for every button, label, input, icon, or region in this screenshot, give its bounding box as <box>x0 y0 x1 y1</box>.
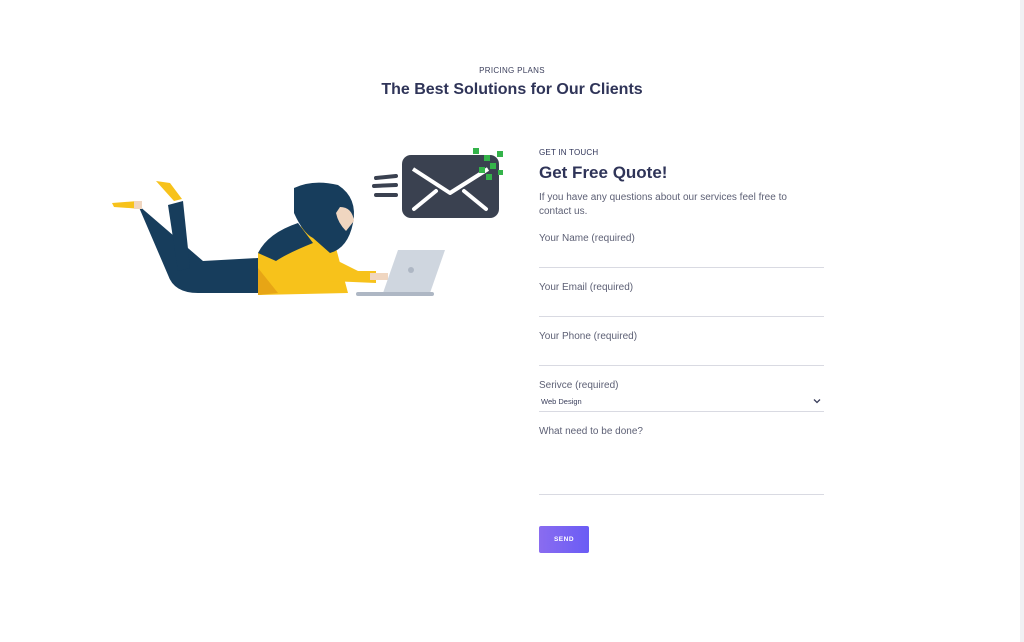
page-title: The Best Solutions for Our Clients <box>381 81 643 98</box>
message-field: What need to be done? <box>539 426 824 495</box>
form-title: Get Free Quote! <box>539 163 668 182</box>
woman-arm <box>322 253 376 283</box>
contact-illustration <box>112 148 503 296</box>
email-label: Your Email (required) <box>539 282 634 293</box>
name-field: Your Name (required) <box>539 233 824 268</box>
envelope-icon <box>402 155 499 218</box>
phone-input[interactable] <box>539 342 824 366</box>
send-button[interactable]: SEND <box>539 526 589 553</box>
service-label: Serivce (required) <box>539 380 619 391</box>
name-label: Your Name (required) <box>539 233 635 244</box>
service-selected-value: Web Design <box>541 396 582 406</box>
quote-form: GET IN TOUCH Get Free Quote! If you have… <box>539 148 824 553</box>
form-eyebrow: GET IN TOUCH <box>539 148 599 157</box>
section-eyebrow: PRICING PLANS <box>479 66 545 75</box>
section-header: PRICING PLANS The Best Solutions for Our… <box>0 66 1024 99</box>
woman-legs <box>112 181 258 293</box>
phone-label: Your Phone (required) <box>539 331 638 342</box>
speed-lines <box>372 174 398 197</box>
message-label: What need to be done? <box>539 426 643 437</box>
chevron-down-icon <box>813 399 821 404</box>
service-field: Serivce (required) Web Design <box>539 380 824 412</box>
email-input[interactable] <box>539 293 824 317</box>
service-select[interactable]: Web Design <box>539 391 824 412</box>
form-description: If you have any questions about our serv… <box>539 192 787 217</box>
message-textarea[interactable] <box>539 437 824 495</box>
email-field: Your Email (required) <box>539 282 824 317</box>
phone-field: Your Phone (required) <box>539 331 824 366</box>
name-input[interactable] <box>539 244 824 268</box>
